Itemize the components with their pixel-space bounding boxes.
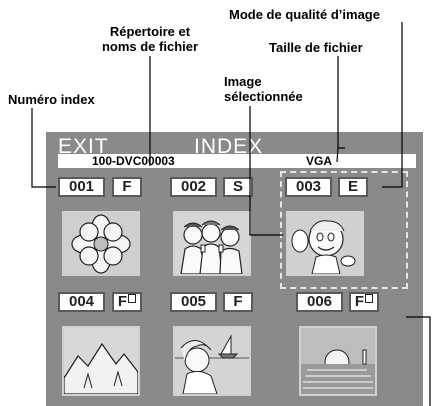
leader-lines xyxy=(31,22,431,406)
